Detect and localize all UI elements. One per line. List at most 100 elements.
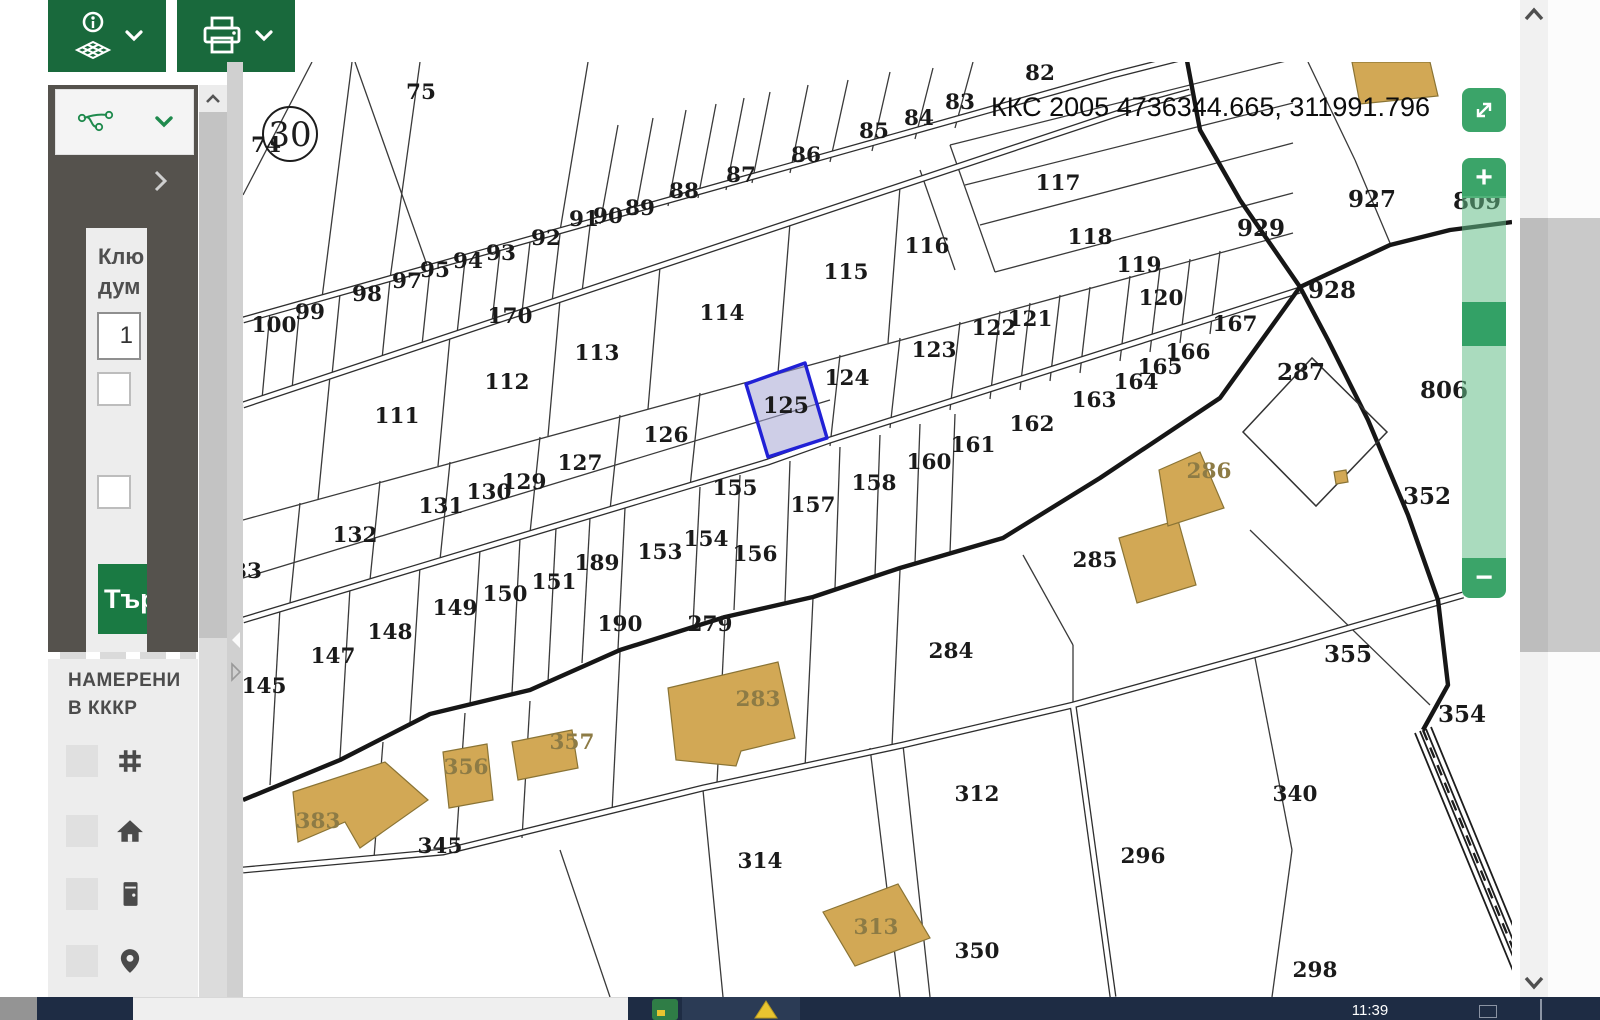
spline-tool-icon [76,109,116,135]
found-row-parcels [48,745,198,779]
parcel-label: 95 [420,258,450,283]
parcel-label: 357 [550,730,595,755]
parcel-label: 145 [243,674,286,699]
zoom-slider-track[interactable] [1462,196,1506,562]
parcel-label: 160 [907,450,952,475]
parcel-label: 123 [912,338,957,363]
parcel-label: 155 [713,476,758,501]
parcel-label: 98 [352,282,382,307]
parcel-label: 117 [1036,171,1081,196]
parcel-label: 111 [375,404,420,429]
keywords-label-line1: Клю [98,242,147,272]
panel-expand-arrow[interactable] [153,169,177,197]
parcel-label: 119 [1117,253,1162,278]
panel-collapse-strip [227,62,243,997]
parcel-label: 190 [598,612,643,637]
parcel-label: 112 [485,370,530,395]
parcel-label: 132 [333,523,378,548]
parcel-label: 350 [955,939,1000,964]
parcel-label: 928 [1308,277,1356,304]
keyword-checkbox-2[interactable] [97,475,131,509]
taskbar-window-strip[interactable] [133,997,628,1020]
parcel-label: 355 [1324,641,1372,668]
expand-icon [1472,98,1496,122]
parcel-label: 94 [453,249,483,274]
parcel-number-labels: 7574828384858687888990919293949597989910… [243,62,1501,983]
parcel-label: 114 [700,301,745,326]
parcel-label: 312 [955,782,1000,807]
parcel-label: 157 [791,493,836,518]
parcel-label: 345 [418,834,463,859]
zoom-slider-handle[interactable] [1462,302,1506,346]
parcel-label: 74 [251,133,281,158]
taskbar-green-app-icon[interactable] [652,999,678,1020]
parcel-label: 163 [1072,388,1117,413]
grid-icon [116,747,144,775]
fullscreen-button[interactable] [1462,88,1506,132]
cadastral-map-svg[interactable]: 3075748283848586878889909192939495979899… [243,62,1512,997]
taskbar-app-button[interactable] [682,997,800,1020]
parcel-label: 82 [1025,62,1055,86]
clock[interactable]: 11:39 [1335,1002,1405,1019]
zoom-out-button[interactable]: − [1462,558,1506,598]
chevron-down-icon [125,30,143,42]
parcel-label: 100 [252,313,297,338]
sidebar-notch [180,652,196,659]
parcel-label: 85 [859,119,889,144]
parcel-label: 131 [419,494,464,519]
parcel-label: 927 [1348,186,1396,213]
parcel-label: 806 [1420,377,1468,404]
parcel-label: 314 [738,849,783,874]
warning-triangle-icon[interactable] [753,999,779,1020]
scroll-down-button[interactable] [1522,973,1546,997]
parcel-label: 120 [1139,286,1184,311]
parcel-label: 149 [433,596,478,621]
taskbar-divider [1540,999,1542,1020]
parcel-label: 89 [625,196,655,221]
parcel-label: 164 [1114,370,1159,395]
layers-info-toolbar-button[interactable] [48,0,166,72]
chevron-down-icon [155,116,173,128]
parcel-label: 86 [791,143,821,168]
zoom-in-button[interactable]: + [1462,158,1506,198]
layers-info-icon [71,10,115,62]
parcel-label: 354 [1438,701,1486,728]
scroll-up-button[interactable] [1522,5,1546,29]
map-viewport[interactable]: 3075748283848586878889909192939495979899… [243,62,1512,997]
found-title-line1: НАМЕРЕНИ [68,659,198,695]
sidebar-scroll-up-button[interactable] [199,85,227,112]
measure-tool-button[interactable] [55,89,194,155]
parcel-label: 124 [825,366,870,391]
keywords-label-line2: дум [98,272,147,302]
buildings-checkbox[interactable] [66,815,98,847]
chevron-down-icon [1522,973,1546,993]
map-vertical-scrollbar-thumb[interactable] [1520,218,1548,652]
parcel-label: 383 [296,809,341,834]
parcels-checkbox[interactable] [66,745,98,777]
parcel-label: 154 [684,527,729,552]
units-checkbox[interactable] [66,878,98,910]
sidebar-scrollbar-thumb[interactable] [199,112,227,638]
parcel-label: 125 [763,393,809,419]
parcel-label: 84 [904,106,934,131]
parcel-label: 161 [951,433,996,458]
collapse-right-icon[interactable] [230,662,242,682]
parcel-label: 147 [311,644,356,669]
keywords-panel: Клю дум Тър [86,228,147,652]
parcel-label: 313 [854,915,899,940]
parcel-label: 279 [688,612,733,637]
sidebar-notch [60,652,86,659]
found-in-kkkr-panel: НАМЕРЕНИ В КККР [48,659,198,997]
keyword-input[interactable] [97,312,141,360]
parcel-label: 118 [1068,225,1113,250]
points-checkbox[interactable] [66,945,98,977]
parcel-label: 126 [644,423,689,448]
search-button[interactable]: Тър [98,564,147,634]
parcel-label: 113 [575,341,620,366]
major-road-lines [243,62,1512,800]
chevron-up-icon [205,93,221,105]
tray-button[interactable] [1479,1005,1497,1018]
collapse-left-icon[interactable] [230,630,242,650]
keyword-checkbox-1[interactable] [97,372,131,406]
parcel-label: 93 [486,241,516,266]
